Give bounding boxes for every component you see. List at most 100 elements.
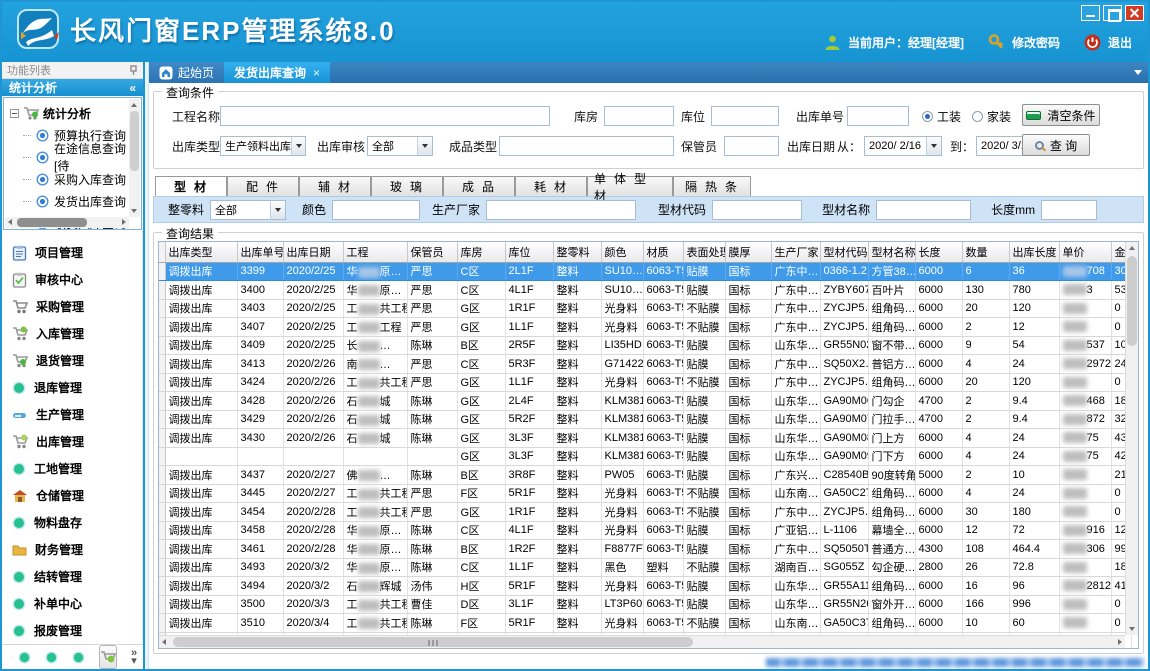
grid-horizontal-scrollbar[interactable] xyxy=(159,635,1125,648)
menu-item-出库管理[interactable]: 出库管理 xyxy=(12,428,142,455)
material-tab-1[interactable]: 型材 xyxy=(155,176,227,196)
menu-item-补单中心[interactable]: 补单中心 xyxy=(12,590,142,617)
column-header[interactable]: 数量 xyxy=(962,242,1009,262)
column-header[interactable]: 出库长度 xyxy=(1009,242,1059,262)
tab-start-page[interactable]: 起始页 xyxy=(149,62,224,83)
tree-expander-icon[interactable] xyxy=(10,109,19,118)
tree-horizontal-scrollbar[interactable] xyxy=(5,217,129,228)
menu-item-退货管理[interactable]: 退货管理 xyxy=(12,347,142,374)
column-header[interactable]: 表面处理 xyxy=(683,242,725,262)
menu-item-工地管理[interactable]: 工地管理 xyxy=(12,455,142,482)
table-row[interactable]: 调拨出库34452020/2/27工共工程严思F区5R1F整料光身料6063-T… xyxy=(159,484,1131,503)
table-row[interactable]: 调拨出库34002020/2/25华原…严思C区4L1F整料SU10…6063-… xyxy=(159,281,1131,300)
table-row[interactable]: 调拨出库34242020/2/26工共工程严思G区1L1F整料光身料6063-T… xyxy=(159,373,1131,392)
column-header[interactable]: 颜色 xyxy=(601,242,643,262)
column-header[interactable]: 材质 xyxy=(643,242,683,262)
logout-link[interactable]: 退出 xyxy=(1108,34,1132,51)
table-row[interactable]: 调拨出库34092020/2/25长…陈琳B区2R5F整料LI35HD6063-… xyxy=(159,336,1131,355)
menu-item-退库管理[interactable]: 退库管理 xyxy=(12,374,142,401)
table-row[interactable]: 调拨出库35002020/3/3工共工程曹佳D区3L1F整料LT3P606063… xyxy=(159,595,1131,614)
menu-item-生产管理[interactable]: 生产管理 xyxy=(12,401,142,428)
tree-item[interactable]: 采购入库查询 xyxy=(10,168,129,190)
tree-root-statistics[interactable]: 统计分析 xyxy=(10,102,129,124)
radio-home-icon[interactable] xyxy=(972,111,983,122)
menu-item-财务管理[interactable]: 财务管理 xyxy=(12,536,142,563)
pin-icon[interactable] xyxy=(129,65,138,76)
color-input[interactable] xyxy=(332,200,420,220)
table-row[interactable]: 调拨出库34542020/2/28工共工程严思G区1R1F整料光身料6063-T… xyxy=(159,503,1131,522)
material-tab-3[interactable]: 辅材 xyxy=(299,176,371,196)
material-tab-6[interactable]: 耗材 xyxy=(515,176,587,196)
order-no-input[interactable] xyxy=(847,106,909,126)
column-header[interactable]: 出库单号 xyxy=(237,242,283,262)
radio-work-option[interactable]: 工装 xyxy=(922,106,961,126)
quick-dot-button-1[interactable] xyxy=(18,651,31,664)
tree-vertical-scrollbar[interactable] xyxy=(129,99,140,217)
column-header[interactable]: 库房 xyxy=(457,242,505,262)
warehouse-input[interactable] xyxy=(604,106,674,126)
column-header[interactable]: 型材名称 xyxy=(868,242,915,262)
menu-item-项目管理[interactable]: 项目管理 xyxy=(12,239,142,266)
product-type-input[interactable] xyxy=(499,136,674,156)
table-row[interactable]: 调拨出库34612020/2/28华原…陈琳B区1R2F整料F8877FT606… xyxy=(159,540,1131,559)
keeper-input[interactable] xyxy=(724,136,779,156)
project-name-input[interactable] xyxy=(220,106,550,126)
table-row[interactable]: 调拨出库34132020/2/26南…严思C区5R3F整料G714226063-… xyxy=(159,355,1131,374)
menu-item-仓储管理[interactable]: 仓储管理 xyxy=(12,482,142,509)
clear-conditions-button[interactable]: 清空条件 xyxy=(1022,104,1100,126)
whole-piece-select[interactable]: 全部 xyxy=(210,200,286,220)
table-row[interactable]: 调拨出库34942020/3/2石辉城汤伟H区5R1F整料光身料6063-T5贴… xyxy=(159,577,1131,596)
radio-work-icon[interactable] xyxy=(922,111,933,122)
table-row[interactable]: 调拨出库34072020/2/25工工程严思G区1L1F整料光身料6063-T5… xyxy=(159,318,1131,337)
column-header[interactable]: 出库类型 xyxy=(165,242,237,262)
table-row[interactable]: 调拨出库34032020/2/25工共工程严思G区1R1F整料光身料6063-T… xyxy=(159,299,1131,318)
tree-item[interactable]: 在途信息查询[待 xyxy=(10,146,129,168)
table-row[interactable]: 调拨出库35102020/3/4工共工程陈琳F区5R1F整料光身料6063-T5… xyxy=(159,614,1131,633)
column-header[interactable]: 单价 xyxy=(1059,242,1111,262)
table-row[interactable]: 调拨出库34302020/2/26石城陈琳G区3L3F整料KLM38176063… xyxy=(159,429,1131,448)
location-input[interactable] xyxy=(711,106,779,126)
maker-input[interactable] xyxy=(486,200,636,220)
menu-item-结转管理[interactable]: 结转管理 xyxy=(12,563,142,590)
column-header[interactable]: 工程 xyxy=(343,242,407,262)
material-tab-4[interactable]: 玻璃 xyxy=(371,176,443,196)
collapse-chevrons-icon[interactable]: « xyxy=(129,81,136,95)
material-tab-7[interactable]: 单体型材 xyxy=(587,176,673,196)
menu-item-报废管理[interactable]: 报废管理 xyxy=(12,617,142,644)
table-row[interactable]: 调拨出库34282020/2/26石城陈琳G区2L4F整料KLM38176063… xyxy=(159,392,1131,411)
radio-home-option[interactable]: 家装 xyxy=(972,106,1011,126)
minimize-button[interactable] xyxy=(1081,5,1100,21)
table-row[interactable]: 调拨出库33992020/2/25华原…严思C区2L1F整料SU10…6063-… xyxy=(159,262,1131,281)
column-header[interactable]: 型材代码 xyxy=(820,242,868,262)
menu-item-采购管理[interactable]: 采购管理 xyxy=(12,293,142,320)
search-button[interactable]: 查 询 xyxy=(1022,134,1090,156)
length-input[interactable] xyxy=(1041,200,1097,220)
table-row[interactable]: 调拨出库34582020/2/28华原…陈琳C区4L1F整料光身料6063-T5… xyxy=(159,521,1131,540)
menu-item-物料盘存[interactable]: 物料盘存 xyxy=(12,509,142,536)
column-header[interactable]: 出库日期 xyxy=(283,242,343,262)
outbound-type-select[interactable]: 生产领料出库 xyxy=(220,136,306,156)
maximize-button[interactable] xyxy=(1103,5,1122,21)
expand-chevrons-icon[interactable]: »▾ xyxy=(131,649,137,665)
column-header[interactable]: 整零料 xyxy=(553,242,601,262)
grid-vertical-scrollbar[interactable] xyxy=(1125,242,1138,635)
material-tab-5[interactable]: 成品 xyxy=(443,176,515,196)
quick-dot-button-3[interactable] xyxy=(72,651,85,664)
column-header[interactable]: 生产厂家 xyxy=(771,242,820,262)
tree-item[interactable]: 发货出库查询 xyxy=(10,190,129,212)
column-header[interactable]: 长度 xyxy=(915,242,962,262)
date-from-select[interactable]: 2020/ 2/16 xyxy=(864,136,942,156)
column-header[interactable]: 保管员 xyxy=(407,242,457,262)
menu-item-审核中心[interactable]: 审核中心 xyxy=(12,266,142,293)
material-tab-2[interactable]: 配件 xyxy=(227,176,299,196)
cart-quick-button[interactable] xyxy=(99,645,117,669)
sidebar-section-header[interactable]: 统计分析 « xyxy=(2,79,143,96)
table-row[interactable]: 调拨出库34292020/2/26石城陈琳G区5R2F整料KLM38176063… xyxy=(159,410,1131,429)
table-row[interactable]: 调拨出库34372020/2/27佛…陈琳B区3R8F整料PW056063-T5… xyxy=(159,466,1131,485)
column-header[interactable]: 库位 xyxy=(505,242,553,262)
tab-list-caret-icon[interactable] xyxy=(1134,70,1142,75)
close-button[interactable] xyxy=(1125,5,1144,21)
tab-close-icon[interactable]: × xyxy=(311,66,320,80)
column-header[interactable]: 膜厚 xyxy=(725,242,771,262)
table-row[interactable]: 调拨出库34932020/3/2华原…陈琳C区1L1F整料黑色塑料不贴膜国标湖南… xyxy=(159,558,1131,577)
